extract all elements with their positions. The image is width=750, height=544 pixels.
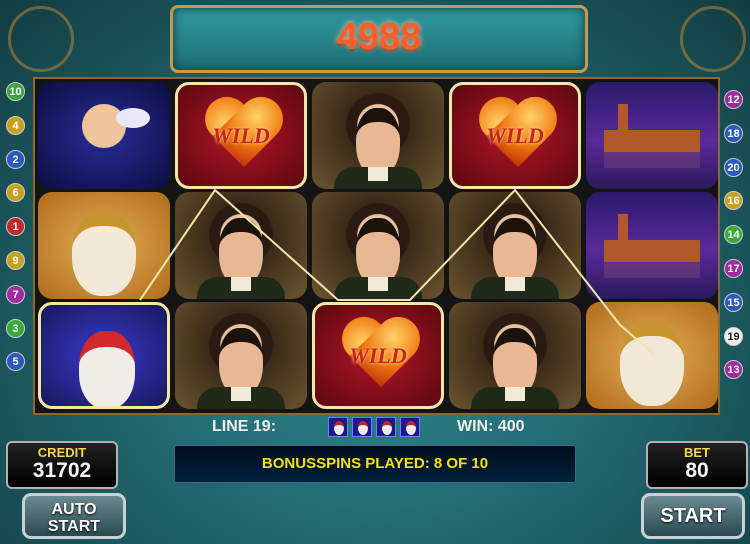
symbol-wild: WILD — [449, 82, 581, 189]
line-symbols-indicator — [328, 417, 422, 437]
symbol-gentleman — [175, 302, 307, 409]
line-number-badge: 17 — [724, 259, 743, 278]
symbol-wild: WILD — [312, 302, 444, 409]
credit-value: 31702 — [32, 459, 92, 482]
start-label: START — [660, 505, 726, 527]
line-info: LINE 19: — [212, 418, 277, 435]
line-number-badge: 10 — [6, 82, 25, 101]
line-number-badge: 18 — [724, 123, 743, 143]
auto-start-button[interactable]: AUTO START — [22, 493, 126, 539]
symbol-wild: WILD — [175, 82, 307, 189]
line-number-badge: 6 — [6, 183, 25, 203]
line-number-badge: 4 — [6, 115, 25, 135]
line-number-badge: 7 — [6, 284, 25, 304]
line-number-badge: 1 — [6, 217, 25, 237]
symbol-gentleman — [175, 192, 307, 299]
auto-start-label-1: AUTO — [51, 501, 97, 518]
mini-symbol-icon — [352, 417, 372, 437]
line-number-badge: 12 — [724, 90, 743, 109]
auto-start-label-2: START — [47, 518, 101, 535]
symbol-gentleman — [449, 302, 581, 409]
win-amount: 4988 — [336, 16, 422, 58]
reel-1 — [38, 82, 170, 410]
line-number-badge: 3 — [6, 318, 25, 338]
reel-5 — [586, 82, 718, 410]
bonus-spins-status: BONUSSPINS PLAYED: 8 OF 10 — [174, 445, 576, 483]
line-number-badge: 9 — [6, 251, 25, 270]
line-number-badge: 5 — [6, 352, 25, 372]
ornament-swirl-left — [8, 6, 74, 72]
reel-3: WILD — [312, 82, 444, 410]
reel-area: WILD WILD WILD — [33, 77, 720, 415]
start-button[interactable]: START — [641, 493, 745, 539]
mini-symbol-icon — [328, 417, 348, 437]
win-display-box: 4988 — [170, 5, 588, 73]
symbol-mask — [586, 302, 718, 409]
line-number-badge: 20 — [724, 157, 743, 177]
line-number-badge: 19 — [724, 326, 743, 346]
line-number-badge: 2 — [6, 149, 25, 169]
reel-4: WILD — [449, 82, 581, 410]
bet-label: BET — [684, 445, 710, 460]
line-number-badge: 16 — [724, 191, 743, 211]
line-number-badge: 13 — [724, 360, 743, 380]
symbol-cupid — [38, 82, 170, 189]
symbol-venice — [586, 82, 718, 189]
mini-symbol-icon — [400, 417, 420, 437]
credit-label: CREDIT — [37, 445, 87, 460]
mini-symbol-icon — [376, 417, 396, 437]
symbol-harlequin — [38, 302, 170, 409]
symbol-gentleman — [449, 192, 581, 299]
symbol-venice — [586, 192, 718, 299]
reel-2: WILD — [175, 82, 307, 410]
ornament-swirl-right — [680, 6, 746, 72]
line-number-badge: 14 — [724, 225, 743, 245]
win-info: WIN: 400 — [457, 418, 525, 435]
symbol-gentleman — [312, 192, 444, 299]
symbol-mask — [38, 192, 170, 299]
bet-panel[interactable]: BET 80 — [646, 441, 748, 489]
bet-value: 80 — [685, 459, 709, 482]
credit-panel: CREDIT 31702 — [6, 441, 118, 489]
line-number-badge: 15 — [724, 292, 743, 312]
symbol-gentleman — [312, 82, 444, 189]
